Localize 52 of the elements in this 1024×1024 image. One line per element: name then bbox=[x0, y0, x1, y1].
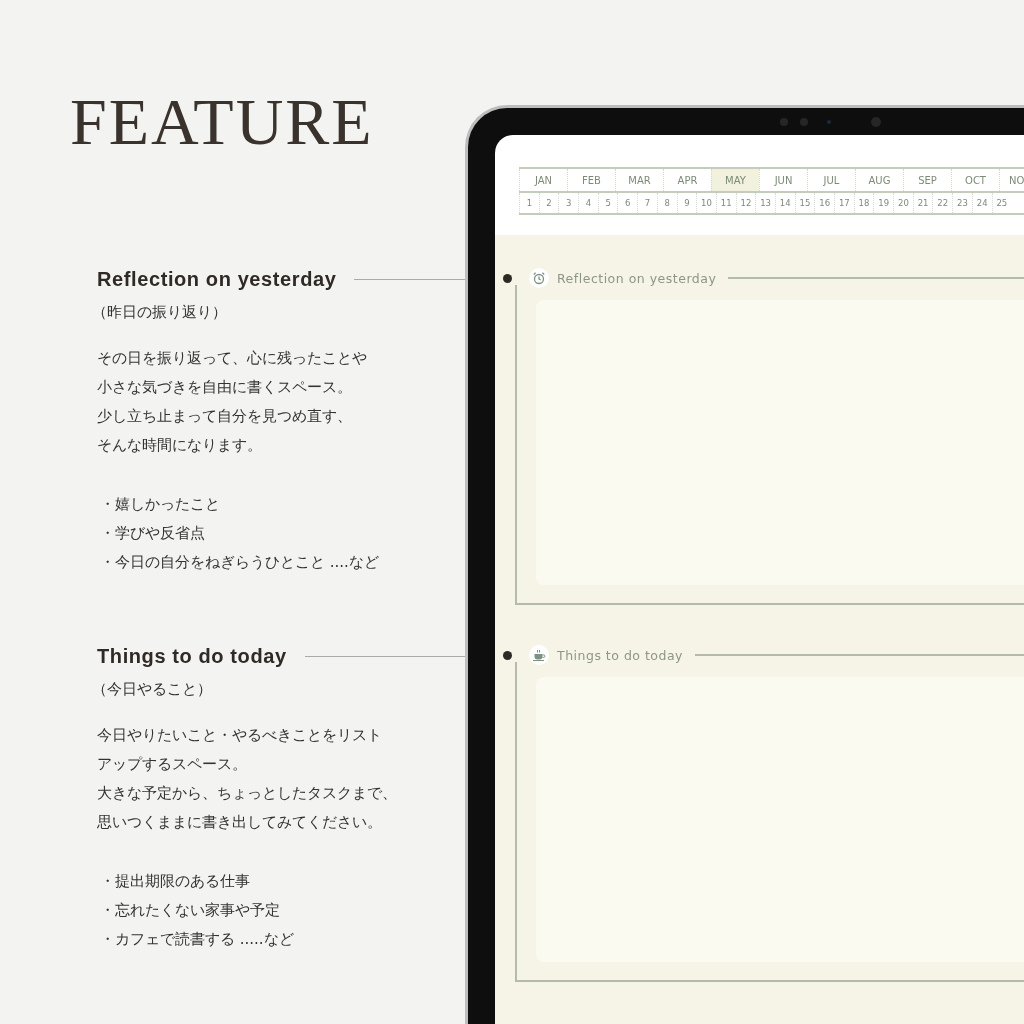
day-cell[interactable]: 23 bbox=[952, 193, 972, 213]
day-cell[interactable]: 16 bbox=[814, 193, 834, 213]
day-cell[interactable]: 13 bbox=[755, 193, 775, 213]
feature-heading: Reflection on yesterday bbox=[97, 268, 337, 291]
month-tab[interactable]: OCT bbox=[951, 169, 999, 191]
section-title: Things to do today bbox=[557, 647, 683, 663]
month-tab[interactable]: MAR bbox=[615, 169, 663, 191]
day-cell[interactable]: 22 bbox=[932, 193, 953, 213]
day-cell[interactable]: 17 bbox=[834, 193, 854, 213]
day-cell[interactable]: 25 bbox=[991, 193, 1012, 213]
month-tab[interactable]: AUG bbox=[855, 169, 903, 191]
day-cell[interactable]: 15 bbox=[794, 193, 815, 213]
day-cell[interactable]: 1 bbox=[519, 193, 539, 213]
bullet-dot bbox=[503, 650, 512, 660]
day-cell[interactable]: 19 bbox=[873, 193, 894, 213]
day-cell[interactable]: 4 bbox=[578, 193, 598, 213]
day-cell[interactable]: 21 bbox=[912, 193, 933, 213]
feature-description: その日を振り返って、心に残ったことや 小さな気づきを自由に書くスペース。 少し立ち止まって自分を見つめ直す、 そんな時間になります。 bbox=[97, 348, 368, 456]
bullet-item: ・カフェで読書する .....など bbox=[100, 929, 295, 950]
day-cell[interactable]: 5 bbox=[597, 193, 618, 213]
day-cell[interactable]: 7 bbox=[637, 193, 657, 213]
month-tab[interactable]: JAN bbox=[519, 169, 567, 191]
month-tab[interactable]: NO bbox=[999, 169, 1024, 191]
day-cell[interactable]: 14 bbox=[774, 193, 795, 213]
day-cell[interactable]: 2 bbox=[538, 193, 559, 213]
bullet-item: ・今日の自分をねぎらうひとこと ....など bbox=[100, 552, 380, 573]
page-title: FEATURE bbox=[70, 88, 375, 156]
day-cell[interactable]: 24 bbox=[971, 193, 992, 213]
day-cell[interactable]: 12 bbox=[735, 193, 756, 213]
bullet-item: ・学びや反省点 bbox=[100, 523, 206, 544]
month-tab[interactable]: FEB bbox=[567, 169, 615, 191]
day-cell[interactable]: 11 bbox=[715, 193, 736, 213]
month-tab[interactable]: MAY bbox=[711, 169, 759, 191]
day-cell[interactable]: 18 bbox=[853, 193, 874, 213]
feature-subheading: （今日やること） bbox=[92, 680, 213, 699]
month-tab[interactable]: JUN bbox=[759, 169, 807, 191]
feature-heading: Things to do today bbox=[97, 645, 287, 668]
day-cell[interactable]: 20 bbox=[893, 193, 913, 213]
day-cell[interactable]: 6 bbox=[617, 193, 638, 213]
day-cell[interactable]: 3 bbox=[558, 193, 579, 213]
bullet-item: ・忘れたくない家事や予定 bbox=[100, 900, 281, 921]
section-title: Reflection on yesterday bbox=[557, 270, 717, 286]
bullet-item: ・嬉しかったこと bbox=[100, 494, 221, 515]
day-cell[interactable]: 8 bbox=[656, 193, 677, 213]
bullet-item: ・提出期限のある仕事 bbox=[100, 871, 251, 892]
feature-description: 今日やりたいこと・やるべきことをリスト アップするスペース。 大きな予定から、ちょっとしたタスクまで、 思いつくままに書き出してみてください。 bbox=[97, 725, 398, 833]
month-tab[interactable]: JUL bbox=[807, 169, 855, 191]
month-tab[interactable]: SEP bbox=[903, 169, 951, 191]
day-cell[interactable]: 9 bbox=[676, 193, 697, 213]
day-cell[interactable]: 10 bbox=[696, 193, 716, 213]
feature-subheading: （昨日の振り返り） bbox=[92, 303, 228, 322]
bullet-dot bbox=[503, 273, 512, 283]
